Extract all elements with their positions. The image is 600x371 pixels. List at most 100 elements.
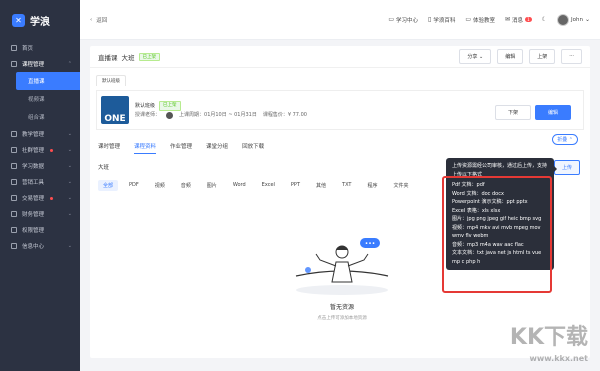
trial-classroom-link[interactable]: ▭ 体验教室 [465,16,495,24]
course-icon [11,61,17,67]
filter-all[interactable]: 全部 [98,180,119,191]
filter-pdf[interactable]: PDF [124,180,144,191]
chevron-down-icon: ⌄ [67,195,72,201]
teacher-label: 授课老师： [135,112,161,118]
chevron-down-icon: ⌄ [67,211,72,217]
tab-replay[interactable]: 回放下载 [242,142,264,154]
fold-toggle[interactable]: 折叠 ⌃ [552,134,578,145]
filter-txt[interactable]: TXT [337,180,356,191]
sidebar-item-home[interactable]: 首页 [0,40,80,56]
back-button[interactable]: ‹ 返回 [90,16,107,24]
sidebar-item-label: 信息中心 [22,244,45,250]
chevron-down-icon: ⌄ [67,131,72,137]
filter-video[interactable]: 视频 [150,180,170,191]
watermark-url: www.kkx.net [529,354,588,363]
content-tabs: 课时管理 课程资料 作业管理 课堂分组 回放下载 [98,142,264,154]
publish-button[interactable]: 上架 [529,49,556,64]
tab-materials[interactable]: 课程资料 [134,142,157,154]
course-title-row: 直播课 大班 已上架 分享 ⌄ 编辑 上架 ··· [90,46,590,68]
sidebar-item-label: 交易管理 [22,196,45,202]
user-menu[interactable]: John ⌄ [557,13,590,26]
sidebar-item-label: 课程管理 [22,62,45,68]
section-title: 大班 [98,165,110,171]
sidebar-item-label: 学习数据 [22,164,45,170]
brand-logo[interactable]: ✕ 学浪 [0,0,80,40]
teacher-avatar [166,111,174,119]
notification-dot [50,148,54,152]
class-edit-button[interactable]: 编辑 [534,105,571,120]
brand-icon: ✕ [12,13,25,27]
user-name: John [571,16,583,23]
sidebar-item-teaching[interactable]: 教学管理 ⌄ [0,126,80,142]
sidebar-item-label: 社群管理 [22,148,45,154]
marketing-icon [11,179,17,185]
filter-excel[interactable]: Excel [257,180,280,191]
offline-button[interactable]: 下架 [494,105,531,120]
sidebar-item-trade[interactable]: 交易管理 ⌄ [0,190,80,206]
teaching-icon [11,131,17,137]
moon-icon: ☾ [541,16,547,23]
app-window: { "brand":{"name":"学浪","mark":"✕"}, "sid… [0,0,600,371]
sidebar-item-label: 财务管理 [22,212,45,218]
status-badge: 已上架 [138,52,160,61]
chevron-down-icon: ⌄ [67,163,72,169]
filter-audio[interactable]: 音频 [176,180,196,191]
edit-button[interactable]: 编辑 [497,49,524,64]
chevron-down-icon: ⌄ [67,179,72,185]
monitor-icon: ▭ [388,16,394,23]
trade-icon [11,195,17,201]
course-type: 直播课 [98,53,118,62]
tab-groups[interactable]: 课堂分组 [206,142,228,154]
wiki-link[interactable]: ▯ 学浪百科 [428,16,455,24]
tab-lessons[interactable]: 课时管理 [98,142,120,154]
filter-folder[interactable]: 文件夹 [389,180,414,191]
more-button[interactable]: ··· [561,49,582,64]
learning-center-link[interactable]: ▭ 学习中心 [388,16,418,24]
class-info-card: ONE 默认班级 已上架 授课老师： 上课周期：01月10日 ~ 01月31日 课程售… [96,90,584,130]
course-thumbnail: ONE [101,96,129,124]
filter-other[interactable]: 其他 [311,180,331,191]
finance-icon [11,211,17,217]
sidebar-item-live[interactable]: 直播课 [16,72,80,90]
sidebar-item-community[interactable]: 社群管理 ⌄ [0,142,80,158]
community-icon [11,147,17,153]
avatar [557,13,569,26]
tab-homework[interactable]: 作业管理 [170,142,192,154]
class-name: 默认班级 [135,103,156,109]
class-period: 上课周期：01月10日 ~ 01月31日 [179,112,257,118]
theme-toggle[interactable]: ☾ [542,16,547,23]
share-button[interactable]: 分享 ⌄ [459,49,492,64]
chevron-up-icon: ⌃ [67,61,72,67]
filter-ppt[interactable]: PPT [286,180,305,191]
sidebar: ✕ 学浪 首页 课程管理 ⌃ 直播课 视频课 组合课 教学管理 ⌄ 社群管理 ⌄ 学习… [0,0,80,371]
sidebar-item-finance[interactable]: 财务管理 ⌄ [0,206,80,222]
course-name: 大班 [121,53,135,62]
sidebar-item-messages[interactable]: 信息中心 ⌄ [0,238,80,254]
sidebar-item-course-mgmt[interactable]: 课程管理 ⌃ [0,56,80,72]
sidebar-item-marketing[interactable]: 营销工具 ⌄ [0,174,80,190]
watermark-logo: KK下载 [509,325,588,350]
sidebar-item-label: 教学管理 [22,132,45,138]
book-icon: ▯ [428,16,432,23]
sidebar-item-video[interactable]: 视频课 [0,90,80,108]
class-status-badge: 已上架 [159,101,181,111]
chevron-down-icon: ⌄ [67,147,72,153]
data-icon [11,163,17,169]
empty-illustration: ••• [295,238,389,295]
screen-icon: ▭ [465,16,471,23]
highlight-box [442,176,552,293]
file-type-filters: 全部 PDF 视频 音频 图片 Word Excel PPT 其他 TXT 程序… [98,180,414,191]
messages-link[interactable]: ✉ 消息 1 [505,16,532,24]
tab-default-class[interactable]: 默认班级 [96,75,126,86]
filter-word[interactable]: Word [228,180,251,191]
sidebar-item-data[interactable]: 学习数据 ⌄ [0,158,80,174]
sidebar-item-permission[interactable]: 权限管理 [0,222,80,238]
filter-image[interactable]: 图片 [202,180,222,191]
sidebar-item-bundle[interactable]: 组合课 [0,108,80,126]
filter-program[interactable]: 程序 [362,180,382,191]
empty-subtitle: 点击上传可添加本地资源 [317,316,367,321]
chevron-down-icon: ⌄ [67,243,72,249]
notification-dot [50,196,54,200]
sidebar-item-label: 首页 [22,46,34,52]
empty-title: 暂无资源 [329,304,354,311]
